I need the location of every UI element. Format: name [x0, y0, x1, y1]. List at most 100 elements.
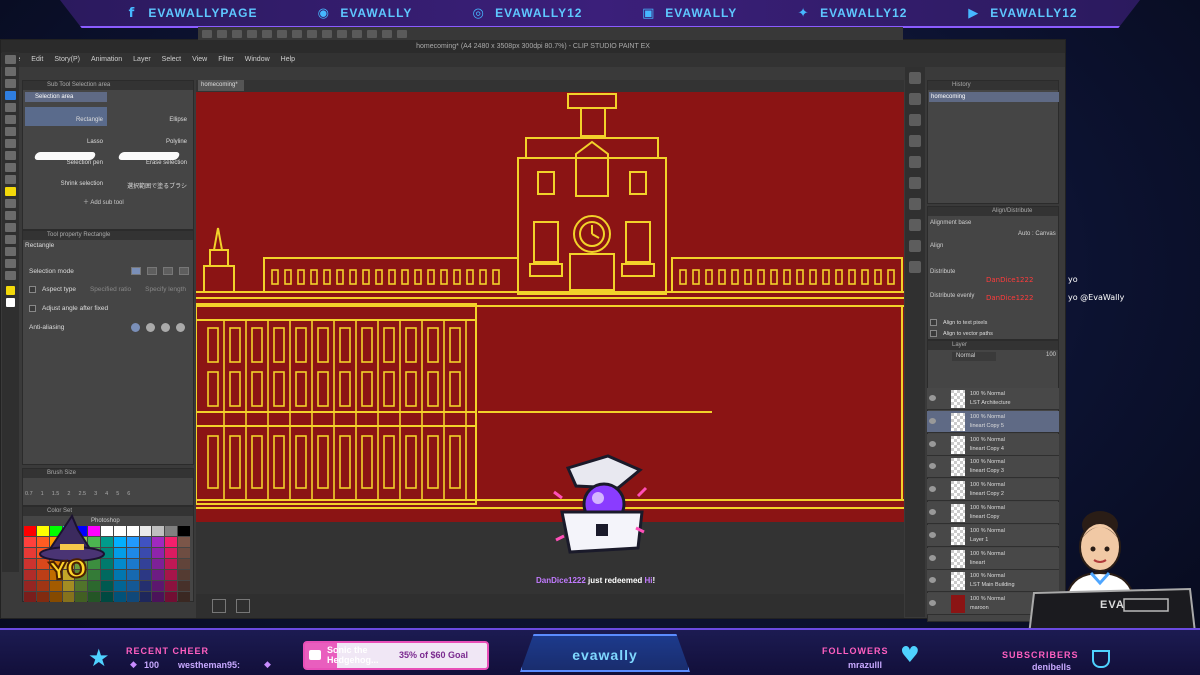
color-swatch[interactable]	[139, 526, 152, 536]
color-swatch[interactable]	[113, 592, 126, 602]
visibility-eye-icon[interactable]	[929, 554, 936, 561]
color-swatch[interactable]	[152, 581, 165, 591]
color-swatch[interactable]	[113, 526, 126, 536]
color-swatch[interactable]	[139, 570, 152, 580]
visibility-eye-icon[interactable]	[929, 509, 936, 515]
color-swatch[interactable]	[24, 548, 36, 558]
brush-size-option[interactable]: 1.5	[52, 491, 60, 497]
pencil-tool-icon[interactable]	[5, 139, 16, 148]
visibility-eye-icon[interactable]	[929, 463, 936, 470]
subtool-erase-selection[interactable]: Erase selection	[109, 150, 191, 169]
transform-icon[interactable]	[307, 29, 317, 38]
color-swatch[interactable]	[113, 559, 126, 569]
anti-aliasing-option[interactable]	[131, 323, 140, 332]
subtool-rectangle[interactable]: Rectangle	[25, 107, 107, 126]
navigator-icon[interactable]	[212, 599, 226, 613]
color-swatch[interactable]	[49, 592, 62, 602]
gradient-tool-icon[interactable]	[5, 199, 16, 208]
visibility-eye-icon[interactable]	[929, 440, 936, 447]
color-swatch[interactable]	[178, 559, 190, 569]
color-swatch[interactable]	[75, 592, 88, 602]
color-swatch[interactable]	[126, 537, 139, 547]
layer-row[interactable]: 100 % Normal lineart Copy 5	[927, 410, 1059, 433]
layer-row[interactable]: 100 % Normal lineart Copy 4	[927, 433, 1059, 456]
save-icon[interactable]	[232, 29, 242, 38]
quick-access-icon[interactable]	[909, 261, 921, 273]
snap-grid-icon[interactable]	[382, 29, 392, 38]
color-swatch[interactable]	[152, 537, 165, 547]
menu-item[interactable]: Filter	[218, 53, 234, 67]
color-swatch[interactable]	[126, 592, 139, 602]
color-swatch[interactable]	[165, 559, 178, 569]
brush-size-option[interactable]: 3	[94, 491, 97, 497]
anti-aliasing-option[interactable]	[146, 323, 155, 332]
color-swatch[interactable]	[113, 581, 126, 591]
social-item[interactable]: ▶ EVAWALLY12	[964, 4, 1077, 22]
visibility-eye-icon[interactable]	[929, 531, 936, 538]
layer-row[interactable]: 100 % Normal lineart Copy 2	[927, 479, 1059, 502]
brush-size-option[interactable]: 1	[41, 491, 44, 497]
ruler-tool-icon[interactable]	[5, 235, 16, 244]
color-swatch[interactable]	[178, 537, 190, 547]
snap-ruler-icon[interactable]	[367, 29, 377, 38]
color-swatch[interactable]	[165, 537, 178, 547]
social-item[interactable]: f EVAWALLYPAGE	[122, 4, 257, 22]
layer-row[interactable]: 100 % Normal lineart Copy	[927, 502, 1059, 524]
color-swatch[interactable]	[24, 570, 36, 580]
color-swatch[interactable]	[178, 592, 190, 602]
brush-size-option[interactable]: 6	[127, 491, 130, 497]
color-swatch[interactable]	[139, 559, 152, 569]
subtool-lasso[interactable]: Lasso	[25, 129, 107, 148]
color-swatch[interactable]	[165, 592, 178, 602]
hand-tool-icon[interactable]	[5, 67, 16, 76]
menu-item[interactable]: Select	[162, 53, 181, 67]
color-swatch[interactable]	[178, 548, 190, 558]
color-swatch[interactable]	[36, 592, 49, 602]
social-item[interactable]: ✦ EVAWALLY12	[794, 4, 907, 22]
brush-tool-icon[interactable]	[5, 151, 16, 160]
adjust-angle-checkbox[interactable]	[29, 305, 36, 312]
color-swatch[interactable]	[139, 581, 152, 591]
color-swatch[interactable]	[24, 537, 36, 547]
brush-size-option[interactable]: 2.5	[78, 491, 86, 497]
eyedropper-tool-icon[interactable]	[5, 115, 16, 124]
figure-tool-icon[interactable]	[5, 211, 16, 220]
color-swatch[interactable]	[139, 548, 152, 558]
specified-ratio-option[interactable]: Specified ratio	[90, 286, 131, 293]
text-tool-icon[interactable]	[5, 247, 16, 256]
main-color-swatch[interactable]	[6, 286, 15, 295]
anti-aliasing-option[interactable]	[161, 323, 170, 332]
brush-size-option[interactable]: 4	[105, 491, 108, 497]
layer-row[interactable]: 100 % Normal Layer 1	[927, 524, 1059, 547]
fill-icon[interactable]	[292, 29, 302, 38]
visibility-eye-icon[interactable]	[929, 417, 936, 424]
fill-tool-icon[interactable]	[5, 187, 16, 196]
navigator-panel-icon[interactable]	[909, 72, 921, 84]
brush-size-option[interactable]: 5	[116, 491, 119, 497]
new-selection-button[interactable]	[131, 267, 141, 275]
sub-view-panel-icon[interactable]	[909, 93, 921, 105]
layer-panel-icon[interactable]	[909, 240, 921, 252]
item-bank-icon[interactable]	[909, 219, 921, 231]
social-item[interactable]: ▣ EVAWALLY	[639, 4, 737, 22]
social-item[interactable]: ◉ EVAWALLY	[314, 4, 412, 22]
intersect-selection-button[interactable]	[179, 267, 189, 275]
color-swatch[interactable]	[113, 548, 126, 558]
subtool-polyline[interactable]: Polyline	[109, 129, 191, 148]
color-swatch[interactable]	[152, 559, 165, 569]
color-swatch[interactable]	[178, 526, 190, 536]
specify-length-option[interactable]: Specify length	[145, 286, 186, 293]
color-swatch[interactable]	[152, 548, 165, 558]
deselect-icon[interactable]	[322, 29, 332, 38]
history-item[interactable]: homecoming	[929, 92, 1059, 102]
correct-line-tool-icon[interactable]	[5, 271, 16, 280]
color-swatch[interactable]	[165, 526, 178, 536]
menu-item[interactable]: Layer	[133, 53, 151, 67]
frame-tool-icon[interactable]	[5, 223, 16, 232]
color-swatch[interactable]	[165, 581, 178, 591]
new-icon[interactable]	[202, 29, 212, 38]
invert-icon[interactable]	[352, 29, 362, 38]
subtool-fill-brush[interactable]: 選択範囲で塗るブラシ	[109, 171, 191, 190]
layer-row[interactable]: 100 % Normal lineart Copy 3	[927, 456, 1059, 479]
align-vector-checkbox[interactable]	[930, 330, 937, 337]
